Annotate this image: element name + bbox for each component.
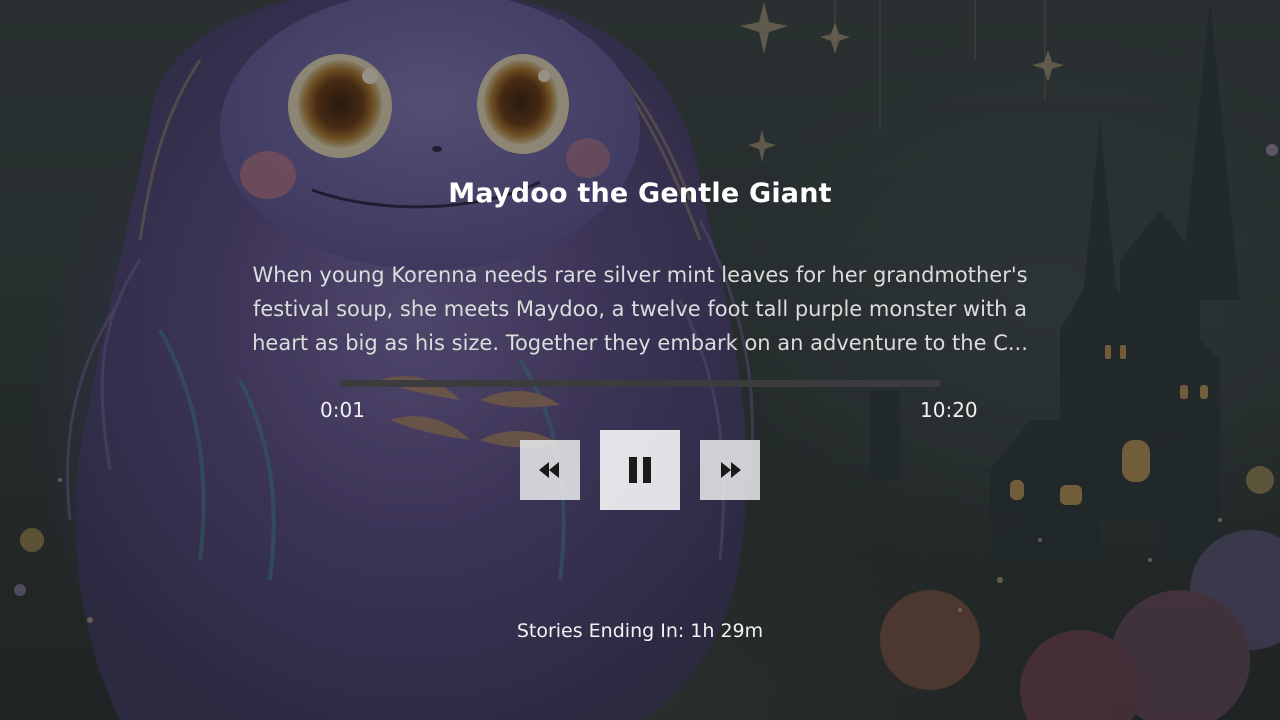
story-description-line: heart as big as his size. Together they … [252,331,1028,355]
story-description: When young Korenna needs rare silver min… [236,258,1044,360]
dim-overlay [0,0,1280,720]
progress-bar[interactable] [341,380,940,387]
rewind-icon [539,462,559,478]
fast-forward-button[interactable] [700,440,760,500]
rewind-button[interactable] [520,440,580,500]
fast-forward-icon [721,462,741,478]
story-title: Maydoo the Gentle Giant [448,178,832,209]
story-player-screen: Maydoo the Gentle Giant When young Koren… [0,0,1280,720]
sleep-timer-label: Stories Ending In: 1h 29m [516,620,764,642]
current-time: 0:01 [320,398,365,422]
story-description-line: festival soup, she meets Maydoo, a twelv… [252,297,1028,321]
story-description-line: When young Korenna needs rare silver min… [252,263,1028,287]
pause-button[interactable] [600,430,680,510]
total-time: 10:20 [920,398,978,422]
pause-icon [629,457,651,483]
